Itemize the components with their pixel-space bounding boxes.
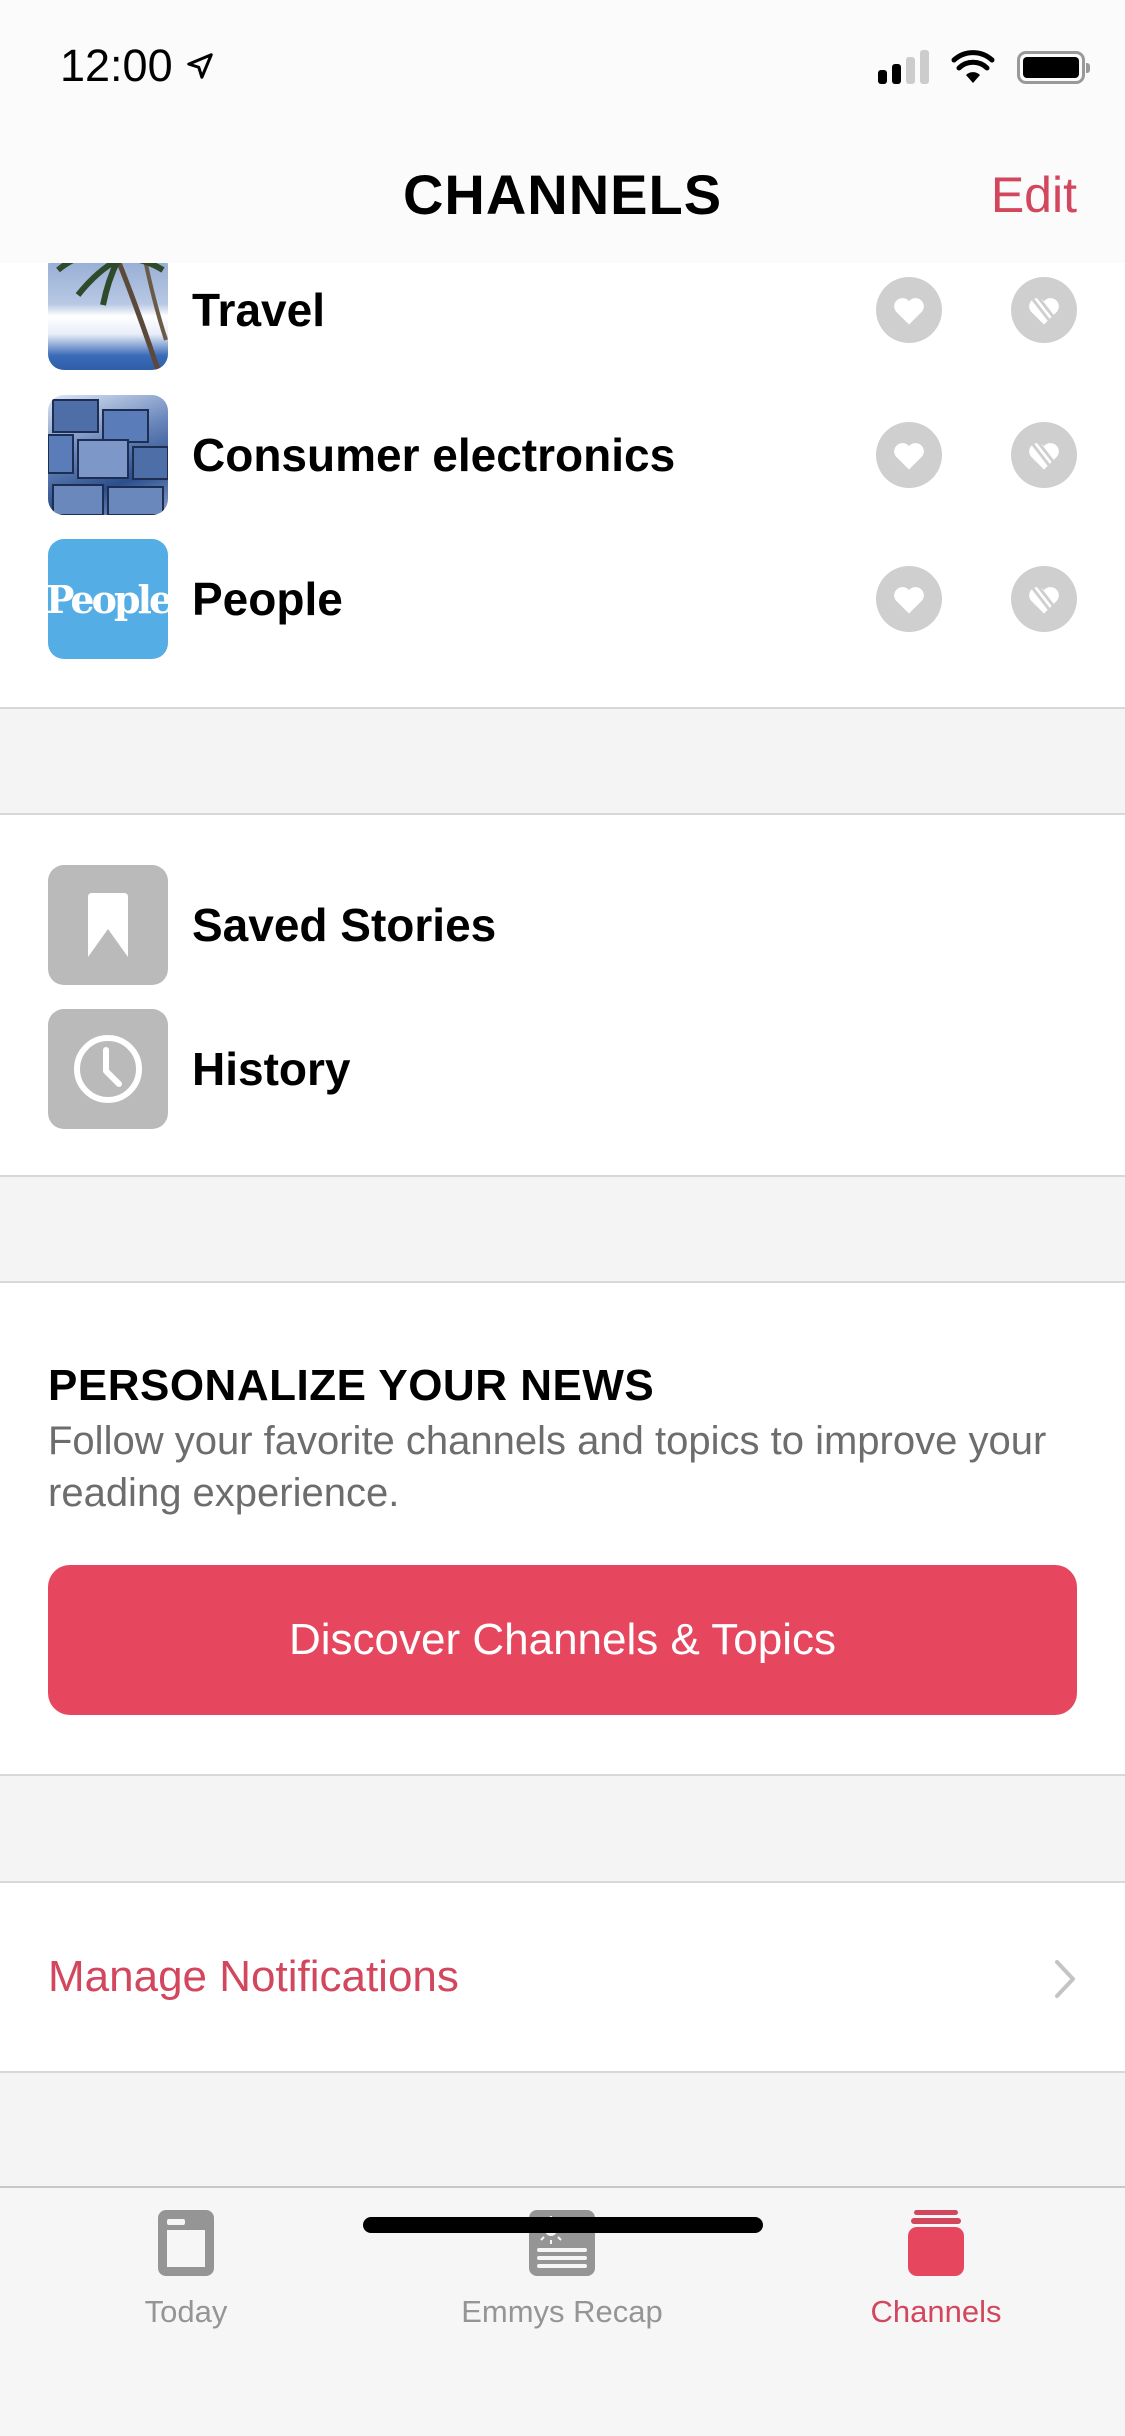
notifications-section: Manage Notifications <box>0 1881 1125 2073</box>
channel-label: Consumer electronics <box>192 429 676 481</box>
tab-channels[interactable]: Channels <box>786 2210 1086 2330</box>
people-logo: People <box>48 539 168 659</box>
tab-label: Emmys Recap <box>461 2294 663 2329</box>
favorite-button[interactable] <box>876 422 942 488</box>
palm-tree-image <box>56 250 168 370</box>
history-row[interactable]: History <box>48 1009 1125 1129</box>
heart-slash-icon <box>1029 439 1059 470</box>
bookmark-icon <box>88 893 128 957</box>
heart-icon <box>894 298 924 325</box>
history-tile <box>48 1009 168 1129</box>
favorite-button[interactable] <box>876 277 942 343</box>
channel-row-people[interactable]: People People <box>48 539 1125 659</box>
heart-icon <box>894 443 924 470</box>
navigation-header: 12:00 CHANNELS Edit <box>0 0 1125 263</box>
channel-row-consumer-electronics[interactable]: Consumer electronics <box>48 395 1125 515</box>
manage-notifications-row[interactable]: Manage Notifications <box>0 1883 1125 2071</box>
status-bar-icons <box>878 50 1090 84</box>
status-bar-time: 12:00 <box>60 40 215 92</box>
heart-slash-icon <box>1029 294 1059 325</box>
block-button[interactable] <box>1011 566 1077 632</box>
favorite-button[interactable] <box>876 566 942 632</box>
electronics-thumbnail <box>48 395 168 515</box>
personalize-section: PERSONALIZE YOUR NEWS Follow your favori… <box>0 1281 1125 1776</box>
channel-row-travel[interactable]: Travel <box>48 250 1125 370</box>
block-button[interactable] <box>1011 422 1077 488</box>
tab-label: Today <box>144 2294 228 2329</box>
heart-slash-icon <box>1029 583 1059 614</box>
channels-icon <box>908 2210 964 2276</box>
saved-stories-label: Saved Stories <box>192 899 497 951</box>
history-label: History <box>192 1043 351 1095</box>
travel-thumbnail <box>48 250 168 370</box>
manage-notifications-label: Manage Notifications <box>48 1952 459 2001</box>
time-text: 12:00 <box>60 40 173 91</box>
saved-stories-tile <box>48 865 168 985</box>
screens-image <box>48 399 168 515</box>
today-icon <box>158 2210 214 2276</box>
personalize-description: Follow your favorite channels and topics… <box>48 1419 1047 1515</box>
clock-icon <box>74 1035 142 1103</box>
cellular-signal-icon <box>878 50 929 84</box>
saved-stories-row[interactable]: Saved Stories <box>48 865 1125 985</box>
channel-label: Travel <box>192 284 325 336</box>
heart-icon <box>894 587 924 614</box>
people-logo-text: People <box>48 576 168 622</box>
edit-button[interactable]: Edit <box>991 166 1077 224</box>
tab-today[interactable]: Today <box>36 2210 336 2330</box>
tab-label: Channels <box>870 2294 1002 2329</box>
block-button[interactable] <box>1011 277 1077 343</box>
discover-channels-button[interactable]: Discover Channels & Topics <box>48 1565 1077 1715</box>
home-indicator[interactable] <box>363 2217 763 2233</box>
page-title: CHANNELS <box>402 163 723 226</box>
library-section: Saved Stories History <box>0 813 1125 1177</box>
channel-label: People <box>192 573 343 625</box>
personalize-title: PERSONALIZE YOUR NEWS <box>48 1361 655 1410</box>
location-arrow-icon <box>186 53 213 79</box>
battery-icon <box>1017 50 1090 84</box>
chevron-right-icon <box>1055 1960 1075 1998</box>
wifi-icon <box>951 50 995 83</box>
